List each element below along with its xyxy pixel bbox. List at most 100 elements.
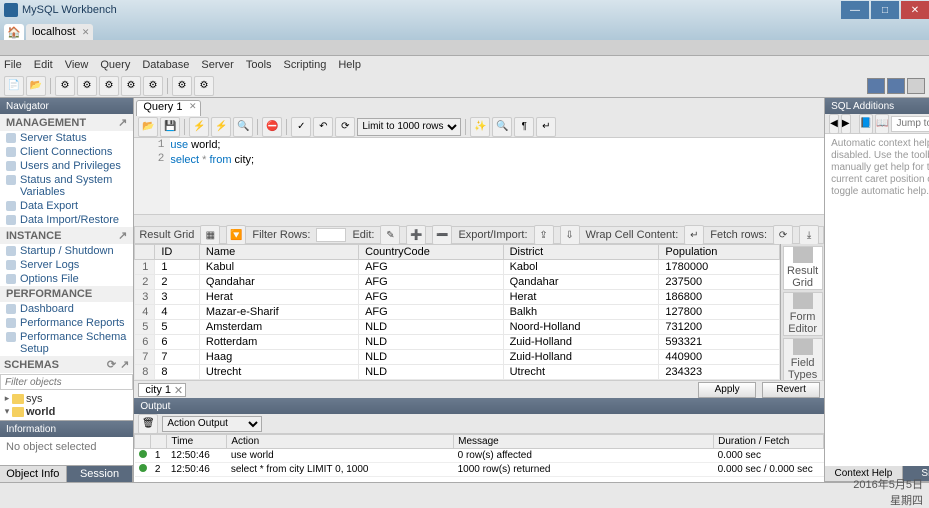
nav-item[interactable]: Users and Privileges (0, 159, 133, 173)
apply-button[interactable]: Apply (698, 382, 756, 398)
session-tab[interactable]: Session (67, 466, 134, 482)
close-icon[interactable]: ✕ (174, 384, 183, 397)
clear-output-button[interactable]: 🗑 (138, 414, 158, 434)
table-row[interactable]: 44Mazar-e-SharifAFGBalkh127800 (135, 305, 780, 320)
menu-edit[interactable]: Edit (34, 59, 53, 71)
menu-server[interactable]: Server (201, 59, 233, 71)
filter-rows-input[interactable] (316, 228, 346, 242)
query-tab[interactable]: Query 1 ✕ (136, 100, 201, 116)
minimize-button[interactable]: — (841, 1, 869, 19)
forward-icon[interactable]: ▶ (841, 114, 851, 134)
fetch-button[interactable]: ⟳ (773, 225, 793, 245)
toggle-bottom-panel[interactable] (887, 78, 905, 94)
wrap-button[interactable]: ↵ (536, 117, 556, 137)
import-button[interactable]: ⇩ (560, 225, 580, 245)
explain-button[interactable]: 🔍 (233, 117, 253, 137)
nav-item[interactable]: Options File (0, 272, 133, 286)
table-row[interactable]: 22QandaharAFGQandahar237500 (135, 275, 780, 290)
collapse-icon[interactable]: ↗ (120, 358, 129, 371)
grid-icon[interactable]: ▦ (200, 225, 220, 245)
filter-rows-label: Filter Rows: (252, 229, 310, 241)
open-sql-button[interactable]: 📂 (26, 76, 46, 96)
tool-button[interactable]: ⚙ (194, 76, 214, 96)
tool-button[interactable]: ⚙ (55, 76, 75, 96)
table-row[interactable]: 66RotterdamNLDZuid-Holland593321 (135, 335, 780, 350)
field-types-tab[interactable]: Field Types (783, 338, 823, 380)
nav-item[interactable]: Performance Reports (0, 316, 133, 330)
tool-button[interactable]: ⚙ (143, 76, 163, 96)
result-grid[interactable]: IDNameCountryCodeDistrictPopulation11Kab… (134, 244, 780, 380)
schema-sys[interactable]: ▸sys (2, 392, 131, 405)
menu-database[interactable]: Database (142, 59, 189, 71)
app-title: MySQL Workbench (22, 4, 117, 16)
stop-button[interactable]: ⛔ (262, 117, 282, 137)
menu-file[interactable]: File (4, 59, 22, 71)
table-row[interactable]: 33HeratAFGHerat186800 (135, 290, 780, 305)
menu-tools[interactable]: Tools (246, 59, 272, 71)
find-button[interactable]: 🔍 (492, 117, 512, 137)
auto-help-icon[interactable]: 📘 (859, 114, 873, 134)
new-sql-tab-button[interactable]: 📄 (4, 76, 24, 96)
edit-button[interactable]: ➖ (432, 225, 452, 245)
invisible-button[interactable]: ¶ (514, 117, 534, 137)
wrap-button[interactable]: ↵ (684, 225, 704, 245)
toggle-right-panel[interactable] (907, 78, 925, 94)
schema-filter-input[interactable] (0, 374, 133, 390)
nav-item[interactable]: Performance Schema Setup (0, 330, 133, 356)
commit-button[interactable]: ✓ (291, 117, 311, 137)
save-button[interactable]: 💾 (160, 117, 180, 137)
manual-help-icon[interactable]: 📖 (875, 114, 889, 134)
rollback-button[interactable]: ↶ (313, 117, 333, 137)
autocommit-button[interactable]: ⟳ (335, 117, 355, 137)
sql-editor[interactable]: 12 use world; select * from city; (134, 138, 824, 214)
toggle-left-panel[interactable] (867, 78, 885, 94)
tool-button[interactable]: ⚙ (121, 76, 141, 96)
close-icon[interactable]: ✕ (189, 101, 197, 112)
refresh-icon[interactable]: ⟳ (107, 358, 116, 371)
nav-item[interactable]: Status and System Variables (0, 173, 133, 199)
result-tab[interactable]: city 1 ✕ (138, 383, 186, 397)
beautify-button[interactable]: ✨ (470, 117, 490, 137)
nav-item[interactable]: Server Logs (0, 258, 133, 272)
object-info-tab[interactable]: Object Info (0, 466, 67, 482)
open-file-button[interactable]: 📂 (138, 117, 158, 137)
maximize-button[interactable]: □ (871, 1, 899, 19)
menu-help[interactable]: Help (338, 59, 361, 71)
table-row[interactable]: 77HaagNLDZuid-Holland440900 (135, 350, 780, 365)
edit-button[interactable]: ✎ (380, 225, 400, 245)
window-close-button[interactable]: ✕ (901, 1, 929, 19)
menu-query[interactable]: Query (100, 59, 130, 71)
filter-icon[interactable]: 🔽 (226, 225, 246, 245)
home-tab[interactable]: 🏠 (4, 24, 24, 40)
connection-tab[interactable]: localhost ✕ (26, 24, 93, 40)
form-editor-tab[interactable]: Form Editor (783, 292, 823, 336)
edit-button[interactable]: ➕ (406, 225, 426, 245)
nav-item[interactable]: Startup / Shutdown (0, 244, 133, 258)
export-button[interactable]: ⇪ (534, 225, 554, 245)
menu-scripting[interactable]: Scripting (284, 59, 327, 71)
limit-select[interactable]: Limit to 1000 rows (357, 118, 461, 136)
schema-world[interactable]: ▾world (2, 405, 131, 418)
close-icon[interactable]: ✕ (82, 27, 90, 38)
nav-item[interactable]: Client Connections (0, 145, 133, 159)
tool-button[interactable]: ⚙ (99, 76, 119, 96)
table-row[interactable]: 88UtrechtNLDUtrecht234323 (135, 365, 780, 380)
menu-view[interactable]: View (65, 59, 89, 71)
query-tab-label: Query 1 (143, 101, 182, 113)
tool-button[interactable]: ⚙ (77, 76, 97, 96)
output-type-select[interactable]: Action Output (162, 416, 262, 432)
table-row[interactable]: 55AmsterdamNLDNoord-Holland731200 (135, 320, 780, 335)
result-grid-tab[interactable]: Result Grid (783, 246, 823, 290)
back-icon[interactable]: ◀ (829, 114, 839, 134)
nav-item[interactable]: Server Status (0, 131, 133, 145)
table-row[interactable]: 11KabulAFGKabol1780000 (135, 260, 780, 275)
execute-current-button[interactable]: ⚡ (211, 117, 231, 137)
nav-item[interactable]: Dashboard (0, 302, 133, 316)
nav-item[interactable]: Data Export (0, 199, 133, 213)
nav-item[interactable]: Data Import/Restore (0, 213, 133, 227)
fetch-button[interactable]: ⤓ (799, 225, 819, 245)
revert-button[interactable]: Revert (762, 382, 820, 398)
tool-button[interactable]: ⚙ (172, 76, 192, 96)
jump-to-input[interactable] (891, 116, 929, 132)
execute-button[interactable]: ⚡ (189, 117, 209, 137)
